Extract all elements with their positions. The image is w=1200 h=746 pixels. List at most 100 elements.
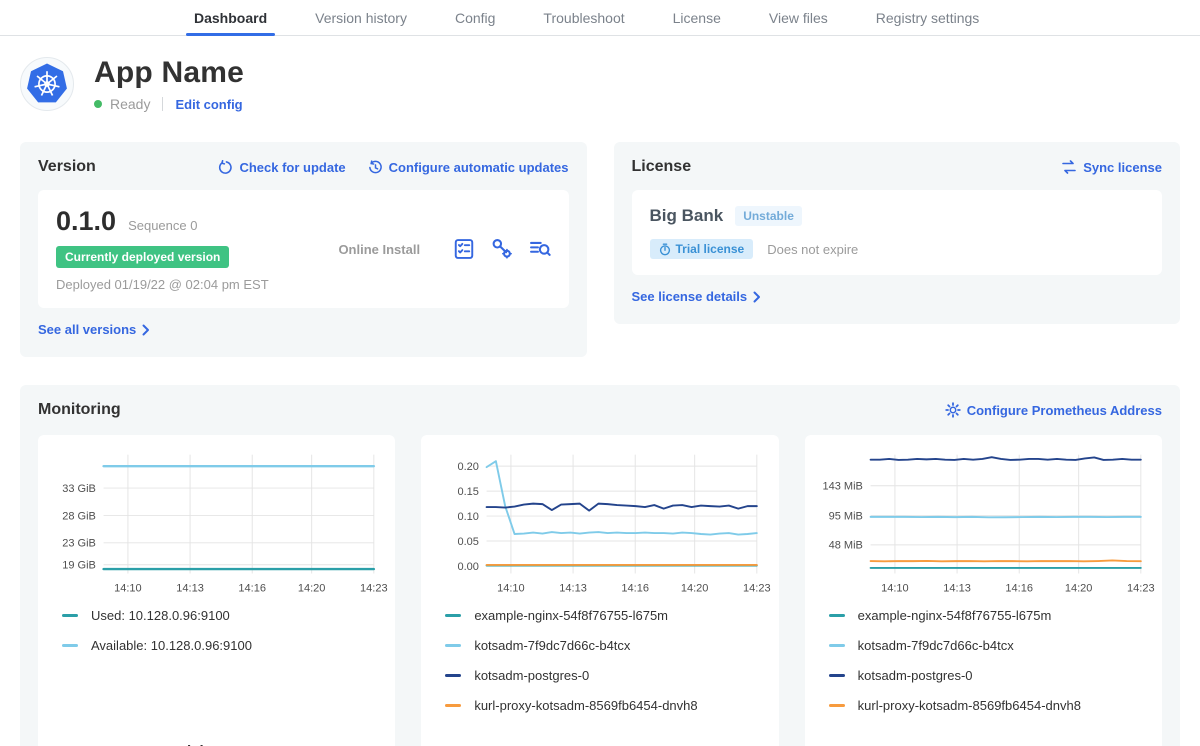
- y-tick-label: 143 MiB: [822, 481, 862, 493]
- x-tick-label: 14:10: [881, 583, 909, 595]
- series-line-kotsadm-postgres-0: [870, 457, 1140, 460]
- version-card: Version Check for update: [20, 142, 587, 357]
- legend-swatch: [445, 644, 461, 647]
- legend-label: Used: 10.128.0.96:9100: [91, 608, 230, 623]
- license-expiry: Does not expire: [767, 242, 858, 257]
- tab-license[interactable]: License: [649, 0, 745, 35]
- y-tick-label: 0.05: [458, 536, 479, 548]
- customer-name: Big Bank: [650, 206, 724, 226]
- memory-usage-title: Memory Usage: [815, 737, 1152, 746]
- summary-cards-row: Version Check for update: [20, 142, 1180, 357]
- legend-item: kotsadm-7f9dc7d66c-b4tcx: [829, 638, 1152, 653]
- legend-swatch: [829, 644, 845, 647]
- stopwatch-icon: [659, 243, 671, 256]
- chevron-right-icon: [753, 291, 761, 303]
- sequence-label: Sequence 0: [128, 218, 197, 233]
- legend-label: Available: 10.128.0.96:9100: [91, 638, 252, 653]
- app-header: App Name Ready Edit config: [20, 56, 1180, 112]
- tab-view-files[interactable]: View files: [745, 0, 852, 35]
- edit-config-link[interactable]: Edit config: [175, 97, 242, 112]
- y-tick-label: 23 GiB: [62, 538, 96, 550]
- refresh-icon: [218, 160, 233, 175]
- legend-label: kurl-proxy-kotsadm-8569fb6454-dnvh8: [858, 698, 1081, 713]
- dashboard-page: App Name Ready Edit config Version: [0, 56, 1200, 746]
- x-tick-label: 14:23: [743, 583, 771, 595]
- monitoring-heading: Monitoring: [38, 401, 121, 419]
- deployed-timestamp: Deployed 01/19/22 @ 02:04 pm EST: [56, 277, 306, 292]
- sync-license-link[interactable]: Sync license: [1061, 160, 1162, 175]
- divider: [162, 97, 163, 111]
- cpu-usage-legend: example-nginx-54f8f76755-l675m kotsadm-7f…: [431, 608, 768, 728]
- license-heading: License: [632, 158, 692, 176]
- sync-icon: [1061, 160, 1077, 174]
- legend-item: kurl-proxy-kotsadm-8569fb6454-dnvh8: [445, 698, 768, 713]
- legend-swatch: [445, 704, 461, 707]
- cpu-usage-title: CPU Usage: [431, 737, 768, 746]
- top-nav: DashboardVersion historyConfigTroublesho…: [0, 0, 1200, 36]
- x-tick-label: 14:20: [681, 583, 709, 595]
- memory-usage-plot: 48 MiB95 MiB143 MiB14:1014:1314:1614:201…: [815, 447, 1152, 598]
- disk-usage-chart-card: 19 GiB23 GiB28 GiB33 GiB14:1014:1314:161…: [38, 435, 395, 746]
- update-schedule-icon: [368, 160, 383, 175]
- configure-automatic-updates-link[interactable]: Configure automatic updates: [368, 160, 569, 175]
- tab-dashboard[interactable]: Dashboard: [170, 0, 291, 35]
- current-version-panel: 0.1.0 Sequence 0 Currently deployed vers…: [38, 190, 569, 308]
- view-files-search-icon[interactable]: [529, 238, 551, 260]
- legend-swatch: [445, 674, 461, 677]
- disk-usage-title: Disk Usage: [48, 737, 385, 746]
- disk-usage-plot: 19 GiB23 GiB28 GiB33 GiB14:1014:1314:161…: [48, 447, 385, 598]
- legend-label: kotsadm-7f9dc7d66c-b4tcx: [474, 638, 630, 653]
- tab-config[interactable]: Config: [431, 0, 519, 35]
- kubernetes-logo-icon: [24, 61, 70, 107]
- config-wrench-icon[interactable]: [491, 238, 513, 260]
- y-tick-label: 0.00: [458, 561, 479, 573]
- legend-swatch: [62, 644, 78, 647]
- cpu-usage-chart-card: 0.000.050.100.150.2014:1014:1314:1614:20…: [421, 435, 778, 746]
- y-tick-label: 19 GiB: [62, 560, 96, 572]
- x-tick-label: 14:13: [943, 583, 971, 595]
- memory-usage-legend: example-nginx-54f8f76755-l675m kotsadm-7f…: [815, 608, 1152, 728]
- x-tick-label: 14:13: [176, 583, 204, 595]
- version-number: 0.1.0: [56, 206, 116, 237]
- y-tick-label: 0.15: [458, 486, 479, 498]
- x-tick-label: 14:16: [622, 583, 650, 595]
- legend-swatch: [829, 704, 845, 707]
- charts-row: 19 GiB 23 GiB 28 GiB 33 GiB 14:10 14:13 14:16 1…: [38, 435, 1162, 746]
- nav-tabs: DashboardVersion historyConfigTroublesho…: [170, 0, 1003, 35]
- license-card: License Sync license Big Bank Unstable: [614, 142, 1181, 324]
- series-line-kotsadm-7f9dc7d66c-b4tcx: [487, 461, 757, 534]
- monitoring-card: Monitoring: [20, 385, 1180, 746]
- y-tick-label: 0.10: [458, 511, 479, 523]
- legend-swatch: [62, 614, 78, 617]
- y-tick-label: 48 MiB: [828, 540, 862, 552]
- y-tick-label: 33 GiB: [62, 483, 96, 495]
- chevron-right-icon: [142, 324, 150, 336]
- y-tick-label: 0.20: [458, 461, 479, 473]
- cpu-usage-plot: 0.000.050.100.150.2014:1014:1314:1614:20…: [431, 447, 768, 598]
- legend-item: Used: 10.128.0.96:9100: [62, 608, 385, 623]
- legend-label: kotsadm-7f9dc7d66c-b4tcx: [858, 638, 1014, 653]
- legend-swatch: [829, 674, 845, 677]
- check-for-update-link[interactable]: Check for update: [218, 160, 345, 175]
- disk-usage-legend: Used: 10.128.0.96:9100 Available: 10.128.…: [48, 608, 385, 668]
- see-license-details-link[interactable]: See license details: [632, 289, 762, 304]
- x-tick-label: 14:10: [497, 583, 525, 595]
- legend-label: example-nginx-54f8f76755-l675m: [858, 608, 1052, 623]
- legend-item: kotsadm-postgres-0: [445, 668, 768, 683]
- x-tick-label: 14:10: [114, 583, 142, 595]
- y-tick-label: 28 GiB: [62, 510, 96, 522]
- gear-icon: [945, 402, 961, 418]
- tab-version-history[interactable]: Version history: [291, 0, 431, 35]
- legend-item: Available: 10.128.0.96:9100: [62, 638, 385, 653]
- version-heading: Version: [38, 158, 96, 176]
- legend-swatch: [829, 614, 845, 617]
- tab-registry-settings[interactable]: Registry settings: [852, 0, 1003, 35]
- see-all-versions-link[interactable]: See all versions: [38, 322, 150, 337]
- configure-prometheus-link[interactable]: Configure Prometheus Address: [945, 402, 1162, 418]
- preflight-checks-icon[interactable]: [453, 238, 475, 260]
- x-tick-label: 14:23: [1127, 583, 1155, 595]
- legend-label: example-nginx-54f8f76755-l675m: [474, 608, 668, 623]
- deployed-badge: Currently deployed version: [56, 246, 229, 268]
- tab-troubleshoot[interactable]: Troubleshoot: [519, 0, 648, 35]
- memory-usage-chart-card: 48 MiB95 MiB143 MiB14:1014:1314:1614:201…: [805, 435, 1162, 746]
